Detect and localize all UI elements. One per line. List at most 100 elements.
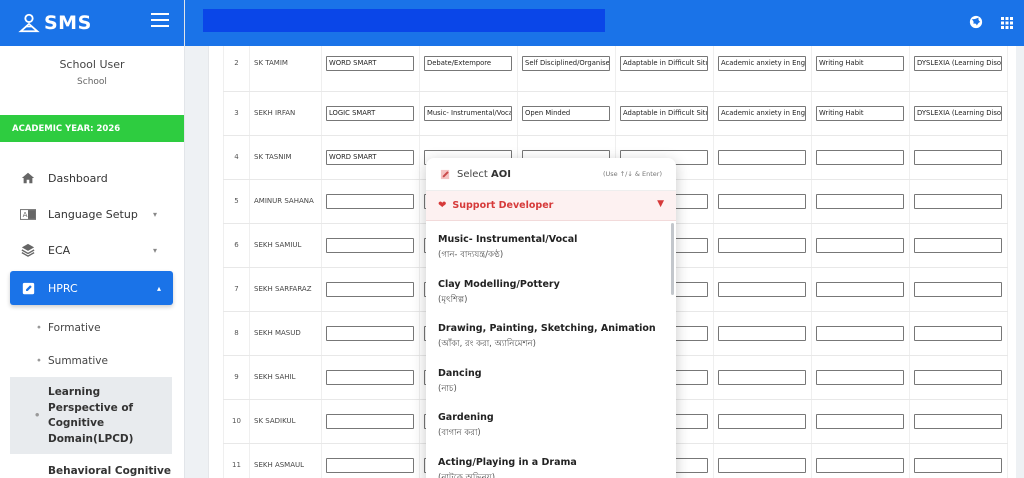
aoi-dropdown[interactable]: Select AOI (Use ↑/↓ & Enter) ❤ Support D… (426, 158, 676, 478)
aoi-input[interactable] (816, 193, 904, 209)
option-label: Acting/Playing in a Drama (438, 456, 577, 468)
student-name: SK TASNIM (249, 135, 322, 180)
dropdown-scrollbar[interactable] (671, 223, 674, 295)
aoi-input[interactable] (816, 149, 904, 165)
aoi-input[interactable] (914, 369, 1002, 385)
aoi-input[interactable] (326, 237, 414, 253)
student-name: SK SADIKUL (249, 399, 322, 444)
aoi-input[interactable] (718, 457, 806, 473)
dropdown-option[interactable]: Acting/Playing in a Drama (নাটকে অভিনয়) (438, 444, 676, 478)
aoi-input[interactable] (914, 237, 1002, 253)
row-number: 11 (223, 443, 250, 478)
aoi-input[interactable]: Academic anxiety in Engli (718, 55, 806, 71)
aoi-input[interactable] (914, 193, 1002, 209)
chevron-down-icon: ▾ (152, 209, 157, 219)
aoi-input[interactable] (718, 281, 806, 297)
option-label: Music- Instrumental/Vocal (438, 234, 578, 245)
student-name: SEKH IRFAN (249, 91, 322, 136)
header-banner[interactable] (203, 9, 605, 32)
aoi-input[interactable] (816, 325, 904, 341)
user-role: School (77, 77, 107, 87)
aoi-input[interactable] (914, 457, 1002, 473)
aoi-input[interactable] (718, 325, 806, 341)
support-developer-option[interactable]: ❤ Support Developer ▼ (426, 191, 676, 221)
aoi-input[interactable] (718, 149, 806, 165)
aoi-input[interactable] (718, 413, 806, 429)
aoi-input[interactable]: Writing Habit (816, 55, 904, 71)
aoi-input[interactable]: Academic anxiety in Engli (718, 105, 806, 121)
table-row: 3 SEKH IRFAN LOGIC SMART Music- Instrumenta… (223, 91, 1008, 136)
dropdown-option[interactable]: Gardening (বাগান করা) (438, 399, 676, 444)
dropdown-title: Select AOI (457, 168, 512, 180)
dropdown-option[interactable]: Dancing (নাচ) (438, 355, 676, 400)
row-number: 9 (223, 355, 250, 400)
edit-icon (20, 280, 36, 296)
option-label: Dancing (438, 367, 482, 379)
aoi-input[interactable] (816, 457, 904, 473)
student-name: SK TAMIM (249, 46, 322, 92)
dropdown-option[interactable]: Clay Modelling/Pottery (মৃৎশিল্প) (438, 266, 676, 311)
aoi-input[interactable] (816, 237, 904, 253)
aoi-input[interactable]: Self Disciplined/Organised (522, 55, 610, 71)
aoi-input[interactable] (816, 281, 904, 297)
aoi-input[interactable] (914, 325, 1002, 341)
sidebar-item-eca[interactable]: ECA ▾ (0, 232, 184, 268)
table-row: 2 SK TAMIM WORD SMART Debate/Extempore Self … (223, 46, 1008, 92)
student-name: SEKH SAHIL (249, 355, 322, 400)
student-name: SEKH MASUD (249, 311, 322, 356)
aoi-input[interactable]: Open Minded (522, 105, 610, 121)
option-sublabel: (মৃৎশিল্প) (438, 294, 468, 305)
aoi-input[interactable] (326, 325, 414, 341)
aoi-input[interactable] (326, 193, 414, 209)
aoi-input[interactable] (914, 149, 1002, 165)
aoi-input[interactable]: WORD SMART (326, 149, 414, 165)
row-number: 8 (223, 311, 250, 356)
sidebar-item-language-setup[interactable]: A Language Setup ▾ (0, 196, 184, 232)
aoi-input[interactable] (326, 457, 414, 473)
school-logo-icon (18, 13, 40, 33)
menu-icon[interactable] (151, 13, 169, 27)
aoi-input[interactable]: Adaptable in Difficult Situ (620, 55, 708, 71)
row-number: 5 (223, 179, 250, 224)
option-sublabel: (নাচ) (438, 383, 457, 394)
aoi-input[interactable] (718, 237, 806, 253)
sidebar-subitem-lpcd[interactable]: • Learning Perspective of Cognitive Doma… (10, 377, 172, 454)
aoi-input[interactable]: LOGIC SMART (326, 105, 414, 121)
sidebar-item-label: Language Setup (48, 207, 138, 221)
apps-grid-icon[interactable] (1001, 14, 1017, 30)
sidebar-subitem-behavioral[interactable]: Behavioral Cognitive (0, 462, 184, 478)
option-sublabel: (বাগান করা) (438, 428, 481, 438)
aoi-input[interactable] (816, 369, 904, 385)
aoi-input[interactable]: Adaptable in Difficult Situ (620, 105, 708, 121)
heart-icon: ❤ (438, 200, 447, 211)
aoi-input[interactable] (326, 281, 414, 297)
brand-name: SMS (44, 12, 92, 34)
aoi-input[interactable]: Debate/Extempore (424, 55, 512, 71)
aoi-input[interactable] (914, 413, 1002, 429)
globe-icon[interactable] (969, 14, 985, 30)
aoi-input[interactable] (326, 369, 414, 385)
student-name: AMINUR SAHANA (249, 179, 322, 224)
sidebar-subitem-formative[interactable]: • Formative (0, 318, 184, 338)
triangle-down-icon: ▼ (657, 199, 664, 209)
aoi-input[interactable] (816, 413, 904, 429)
option-sublabel: (গান- বাদ্যযন্ত্র/কণ্ঠ) (438, 250, 504, 260)
aoi-input[interactable] (718, 369, 806, 385)
dropdown-option[interactable]: Drawing, Painting, Sketching, Animation (… (438, 310, 676, 355)
student-name: SEKH SAMIUL (249, 223, 322, 268)
sidebar-item-hprc[interactable]: HPRC ▴ (10, 271, 173, 305)
aoi-input[interactable]: DYSLEXIA (Learning Diso (914, 105, 1002, 121)
aoi-input[interactable]: DYSLEXIA (Learning Diso (914, 55, 1002, 71)
row-number: 10 (223, 399, 250, 444)
sidebar-subitem-summative[interactable]: • Summative (0, 351, 184, 371)
sidebar-item-dashboard[interactable]: Dashboard (0, 160, 184, 196)
row-number: 3 (223, 91, 250, 136)
user-block: School User School (0, 46, 184, 116)
aoi-input[interactable]: Writing Habit (816, 105, 904, 121)
dropdown-option[interactable]: Music- Instrumental/Vocal (গান- বাদ্যযন্ত… (438, 221, 676, 266)
aoi-input[interactable]: Music- Instrumental/Voca (424, 105, 512, 121)
aoi-input[interactable] (914, 281, 1002, 297)
aoi-input[interactable] (326, 413, 414, 429)
aoi-input[interactable] (718, 193, 806, 209)
aoi-input[interactable]: WORD SMART (326, 55, 414, 71)
